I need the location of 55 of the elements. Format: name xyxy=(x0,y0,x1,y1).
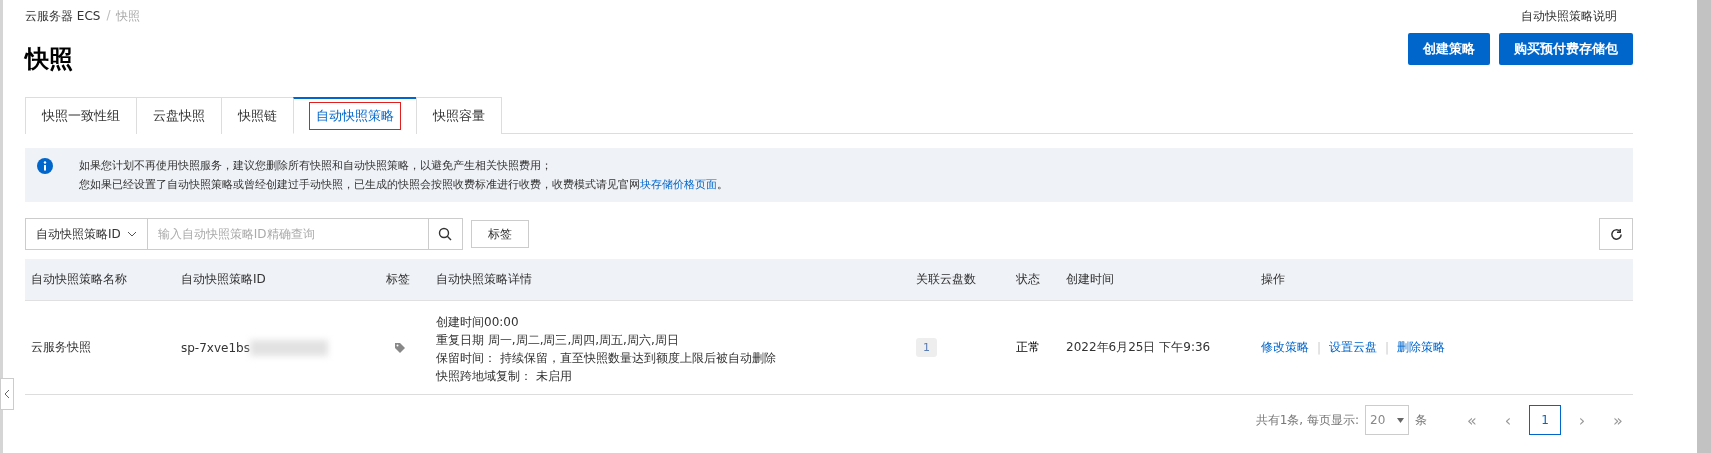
price-link[interactable]: 块存储价格页面 xyxy=(640,178,717,191)
tab[interactable]: 快照链 xyxy=(221,97,294,134)
primary-button[interactable]: 创建策略 xyxy=(1408,33,1490,65)
chevron-down-icon xyxy=(126,231,137,237)
table-cell-text: 云服务快照 xyxy=(31,339,92,356)
help-link[interactable]: 自动快照策略说明 xyxy=(1521,8,1617,25)
notice-text: 如果您计划不再使用快照服务，建议您删除所有快照和自动快照策略，以避免产生相关快照费用； xyxy=(79,158,553,173)
column-header: 关联云盘数 xyxy=(916,271,977,288)
breadcrumb-separator: / xyxy=(106,8,111,24)
search-icon xyxy=(438,227,453,241)
action-link[interactable]: 删除策略 xyxy=(1397,339,1446,356)
info-icon xyxy=(37,158,53,174)
refresh-button[interactable] xyxy=(1599,218,1633,250)
table-cell-text: 2022年6月25日 下午9:36 xyxy=(1066,339,1212,356)
status-text: 正常 xyxy=(1016,339,1041,356)
action-link[interactable]: 设置云盘 xyxy=(1329,339,1378,356)
column-header: 标签 xyxy=(386,271,411,288)
pagination-summary: 共有1条, 每页显示: xyxy=(1255,411,1359,429)
table-cell: sp-7xve1bs xyxy=(181,340,250,355)
caret-down-icon xyxy=(1397,417,1404,423)
page-number[interactable]: 1 xyxy=(1529,405,1561,435)
filter-select[interactable]: 自动快照策略ID xyxy=(25,218,148,250)
action-separator: | xyxy=(1385,340,1390,355)
column-header: 自动快照策略详情 xyxy=(436,271,533,288)
search-field[interactable]: 输入自动快照策略ID精确查询 xyxy=(147,218,429,250)
disk-count: 1 xyxy=(916,338,937,357)
tag-icon xyxy=(394,341,406,354)
breadcrumb-item: 快照 xyxy=(116,8,141,25)
column-header: 自动快照策略名称 xyxy=(31,271,128,288)
column-header: 自动快照策略ID xyxy=(181,271,267,288)
scrollbar[interactable] xyxy=(1697,0,1711,453)
next-page-button[interactable]: › xyxy=(1567,409,1597,431)
column-header: 操作 xyxy=(1261,271,1286,288)
breadcrumb-item[interactable]: 云服务器 ECS xyxy=(25,8,101,25)
tab[interactable]: 自动快照策略 xyxy=(293,97,417,134)
refresh-icon xyxy=(1609,227,1623,241)
detail-text: 快照跨地域复制： 未启用 xyxy=(436,368,573,385)
detail-text: 重复日期 周一,周二,周三,周四,周五,周六,周日 xyxy=(436,332,680,349)
search-button[interactable] xyxy=(428,218,463,250)
column-header: 状态 xyxy=(1016,271,1041,288)
detail-text: 创建时间00:00 xyxy=(436,314,520,331)
column-header: 创建时间 xyxy=(1066,271,1115,288)
chevron-left-icon xyxy=(4,389,10,399)
page-title: 快照 xyxy=(25,44,73,75)
tab[interactable]: 快照容量 xyxy=(416,97,502,134)
tab[interactable]: 快照一致性组 xyxy=(25,97,137,134)
tab[interactable]: 云盘快照 xyxy=(136,97,222,134)
action-link[interactable]: 修改策略 xyxy=(1261,339,1309,356)
page-size-unit: 条 xyxy=(1415,411,1427,429)
notice-text: 您如果已经设置了自动快照策略或曾经创建过手动快照，已生成的快照会按照收费标准进行收费，收费模式请见官网块存储价格页面。 xyxy=(79,177,728,192)
tag-button[interactable]: 标签 xyxy=(470,220,529,248)
action-separator: | xyxy=(1317,340,1322,355)
page-size-select[interactable]: 20 xyxy=(1365,405,1409,435)
primary-button[interactable]: 购买预付费存储包 xyxy=(1499,33,1633,65)
detail-text: 保留时间： 持续保留，直至快照数量达到额度上限后被自动删除 xyxy=(436,350,777,367)
